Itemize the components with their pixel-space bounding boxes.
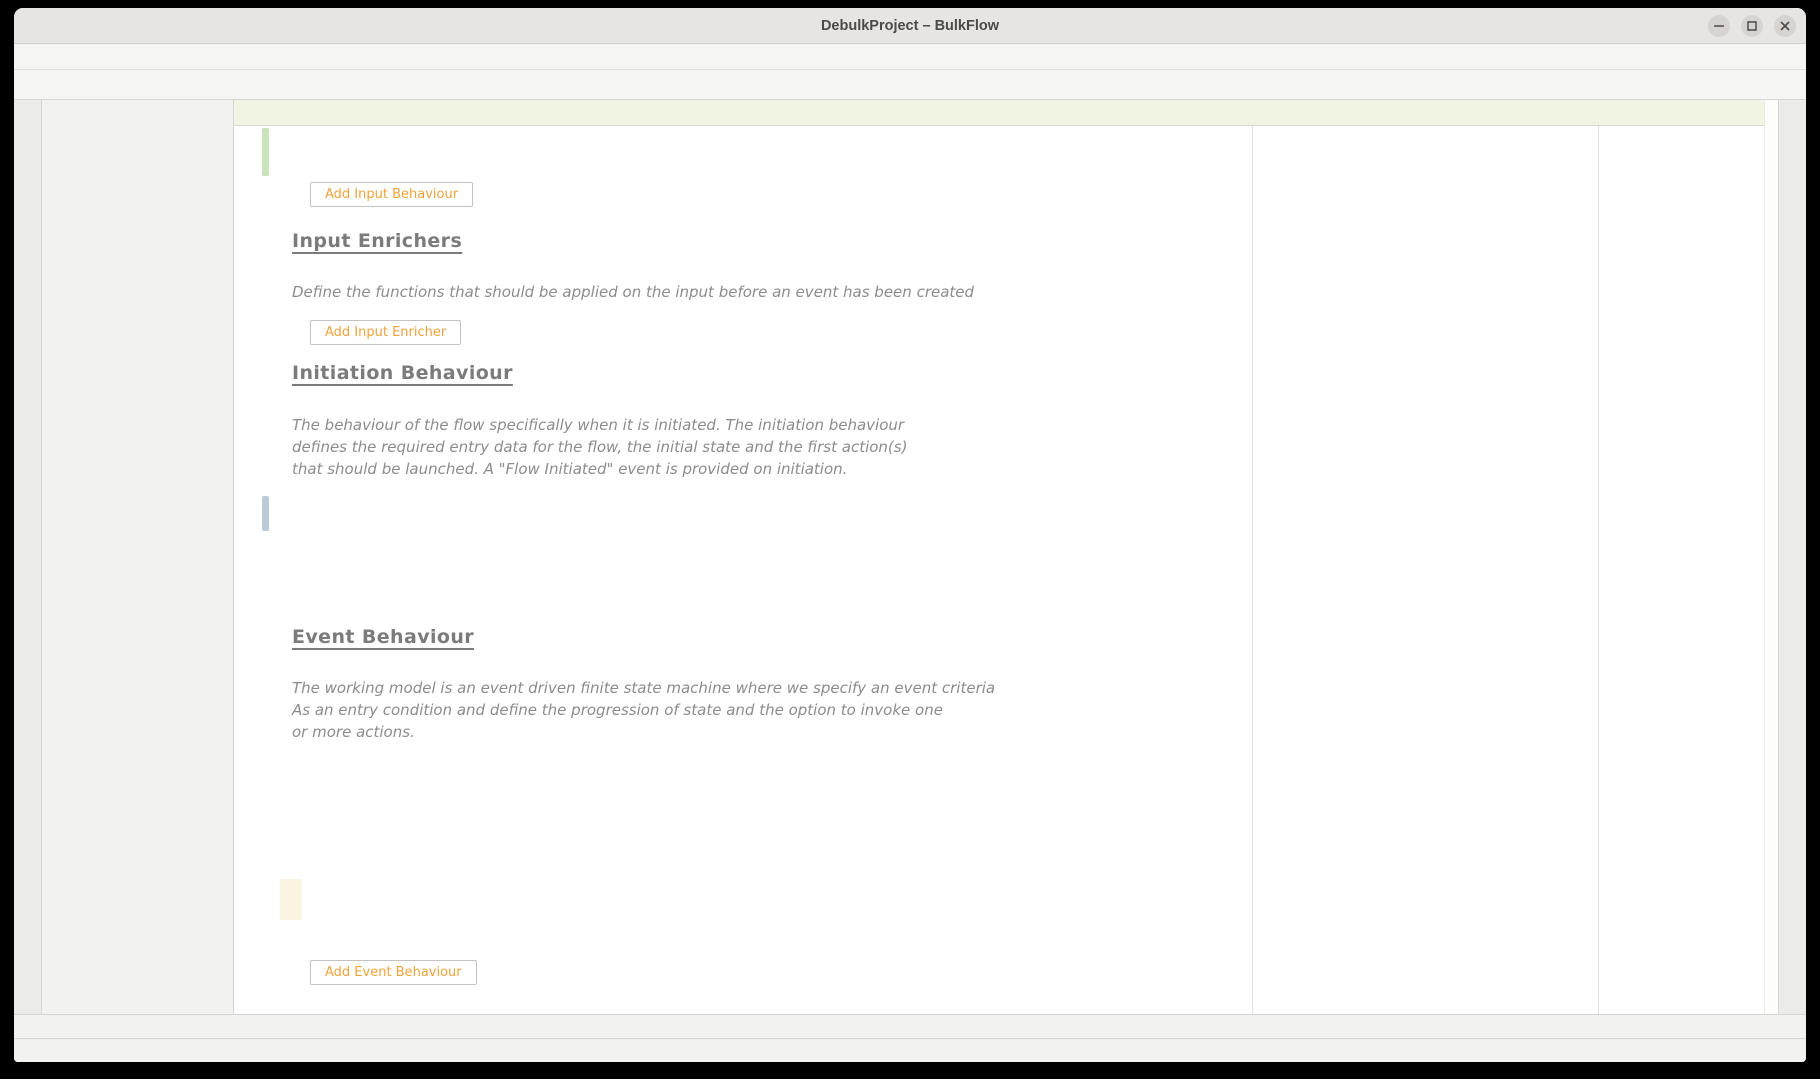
left-tool-stripe — [14, 100, 42, 1014]
section-title-initiation-behaviour: Initiation Behaviour — [292, 362, 513, 384]
maximize-icon — [1744, 18, 1760, 34]
app-window: DebulkProject – BulkFlow — [14, 8, 1806, 1062]
navigation-bar — [14, 70, 1806, 100]
minimize-button[interactable] — [1708, 15, 1730, 37]
error-stripe — [1764, 100, 1778, 1014]
add-input-enricher-button[interactable]: Add Input Enricher — [310, 320, 461, 345]
input-enrichers-description: Define the functions that should be appl… — [292, 281, 974, 303]
project-panel — [42, 100, 234, 1014]
editor-area: Add Input Behaviour Input Enrichers Defi… — [234, 100, 1764, 1014]
add-event-behaviour-button[interactable]: Add Event Behaviour — [310, 960, 477, 985]
event-behaviour-description: The working model is an event driven fin… — [292, 677, 995, 743]
right-tool-stripe — [1778, 100, 1806, 1014]
project-panel-header — [42, 100, 233, 128]
initiation-behaviour-description: The behaviour of the flow specifically w… — [292, 414, 907, 480]
margin-guide — [1598, 126, 1599, 1014]
minimize-icon — [1711, 18, 1727, 34]
maximize-button[interactable] — [1741, 15, 1763, 37]
main-area: Add Input Behaviour Input Enrichers Defi… — [14, 100, 1806, 1014]
section-title-input-enrichers: Input Enrichers — [292, 230, 462, 252]
close-button[interactable] — [1774, 15, 1796, 37]
menu-bar — [14, 44, 1806, 70]
gutter-change-bar-added — [262, 128, 269, 176]
close-icon — [1777, 18, 1793, 34]
window-controls — [1708, 15, 1796, 37]
status-bar — [14, 1038, 1806, 1062]
tool-window-bar — [14, 1014, 1806, 1038]
caret-row-highlight — [280, 879, 302, 920]
editor-tabs — [234, 100, 1764, 126]
gutter-change-bar-modified — [262, 496, 269, 531]
window-title: DebulkProject – BulkFlow — [14, 8, 1806, 44]
desktop: DebulkProject – BulkFlow — [0, 0, 1820, 1079]
add-input-behaviour-button[interactable]: Add Input Behaviour — [310, 182, 473, 207]
editor-canvas[interactable]: Add Input Behaviour Input Enrichers Defi… — [234, 126, 1764, 1014]
title-bar[interactable]: DebulkProject – BulkFlow — [14, 8, 1806, 44]
margin-guide — [1252, 126, 1253, 1014]
section-title-event-behaviour: Event Behaviour — [292, 626, 474, 648]
